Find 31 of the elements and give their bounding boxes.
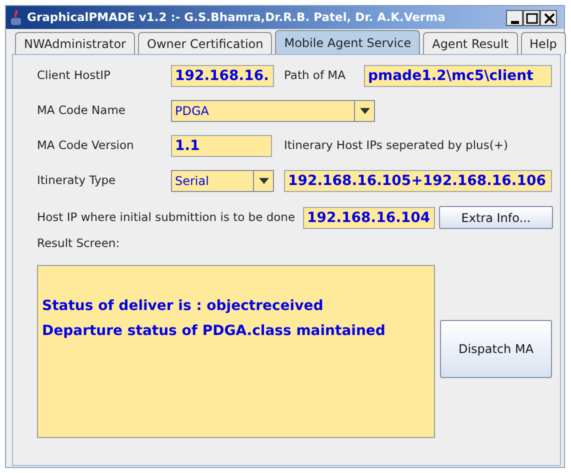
tab[interactable]: Mobile Agent Service [275,30,420,54]
field-label: Path of MA [284,67,346,84]
maximize-icon[interactable] [523,10,540,26]
input-field[interactable]: 192.168.16.105+192.168.16.106 [284,170,552,192]
app-icon [9,8,23,26]
dropdown[interactable]: PDGA [171,100,375,122]
input-field[interactable]: 192.168.16. [171,65,274,87]
input-field[interactable]: 1.1 [171,135,272,157]
field-label: MA Code Name [37,102,126,120]
extra-info-button[interactable]: Extra Info... [439,206,553,229]
tab[interactable]: Agent Result [423,32,518,54]
field-label: Result Screen: [37,235,120,252]
field-label: Client HostIP [37,67,112,84]
window-title: GraphicalPMADE v1.2 :- G.S.Bhamra,Dr.R.B. Patel, Dr. A.K.Verma [27,8,446,26]
tab[interactable]: NWAdministrator [15,32,135,54]
caret-icon [258,178,268,184]
minimize-icon[interactable] [506,10,523,26]
field-label: Itineraty Type [37,172,117,190]
tab[interactable]: Owner Certification [138,32,272,54]
result-text: Status of deliver is : objectreceived [42,297,324,316]
caret-icon [360,108,370,114]
dispatch-button[interactable]: Dispatch MA [440,320,552,378]
dropdown[interactable]: Serial [171,170,274,192]
input-field[interactable]: pmade1.2\mc5\client [364,65,552,87]
result-text: Departure status of PDGA.class maintained [42,322,386,341]
field-label: Itinerary Host IPs seperated by plus(+) [284,137,508,154]
tab[interactable]: Help [520,32,566,54]
field-label: MA Code Version [37,137,135,154]
close-icon[interactable] [540,10,557,26]
input-field[interactable]: 192.168.16.104 [303,206,435,228]
field-label: Host IP where initial submittion is to be done [37,208,296,226]
